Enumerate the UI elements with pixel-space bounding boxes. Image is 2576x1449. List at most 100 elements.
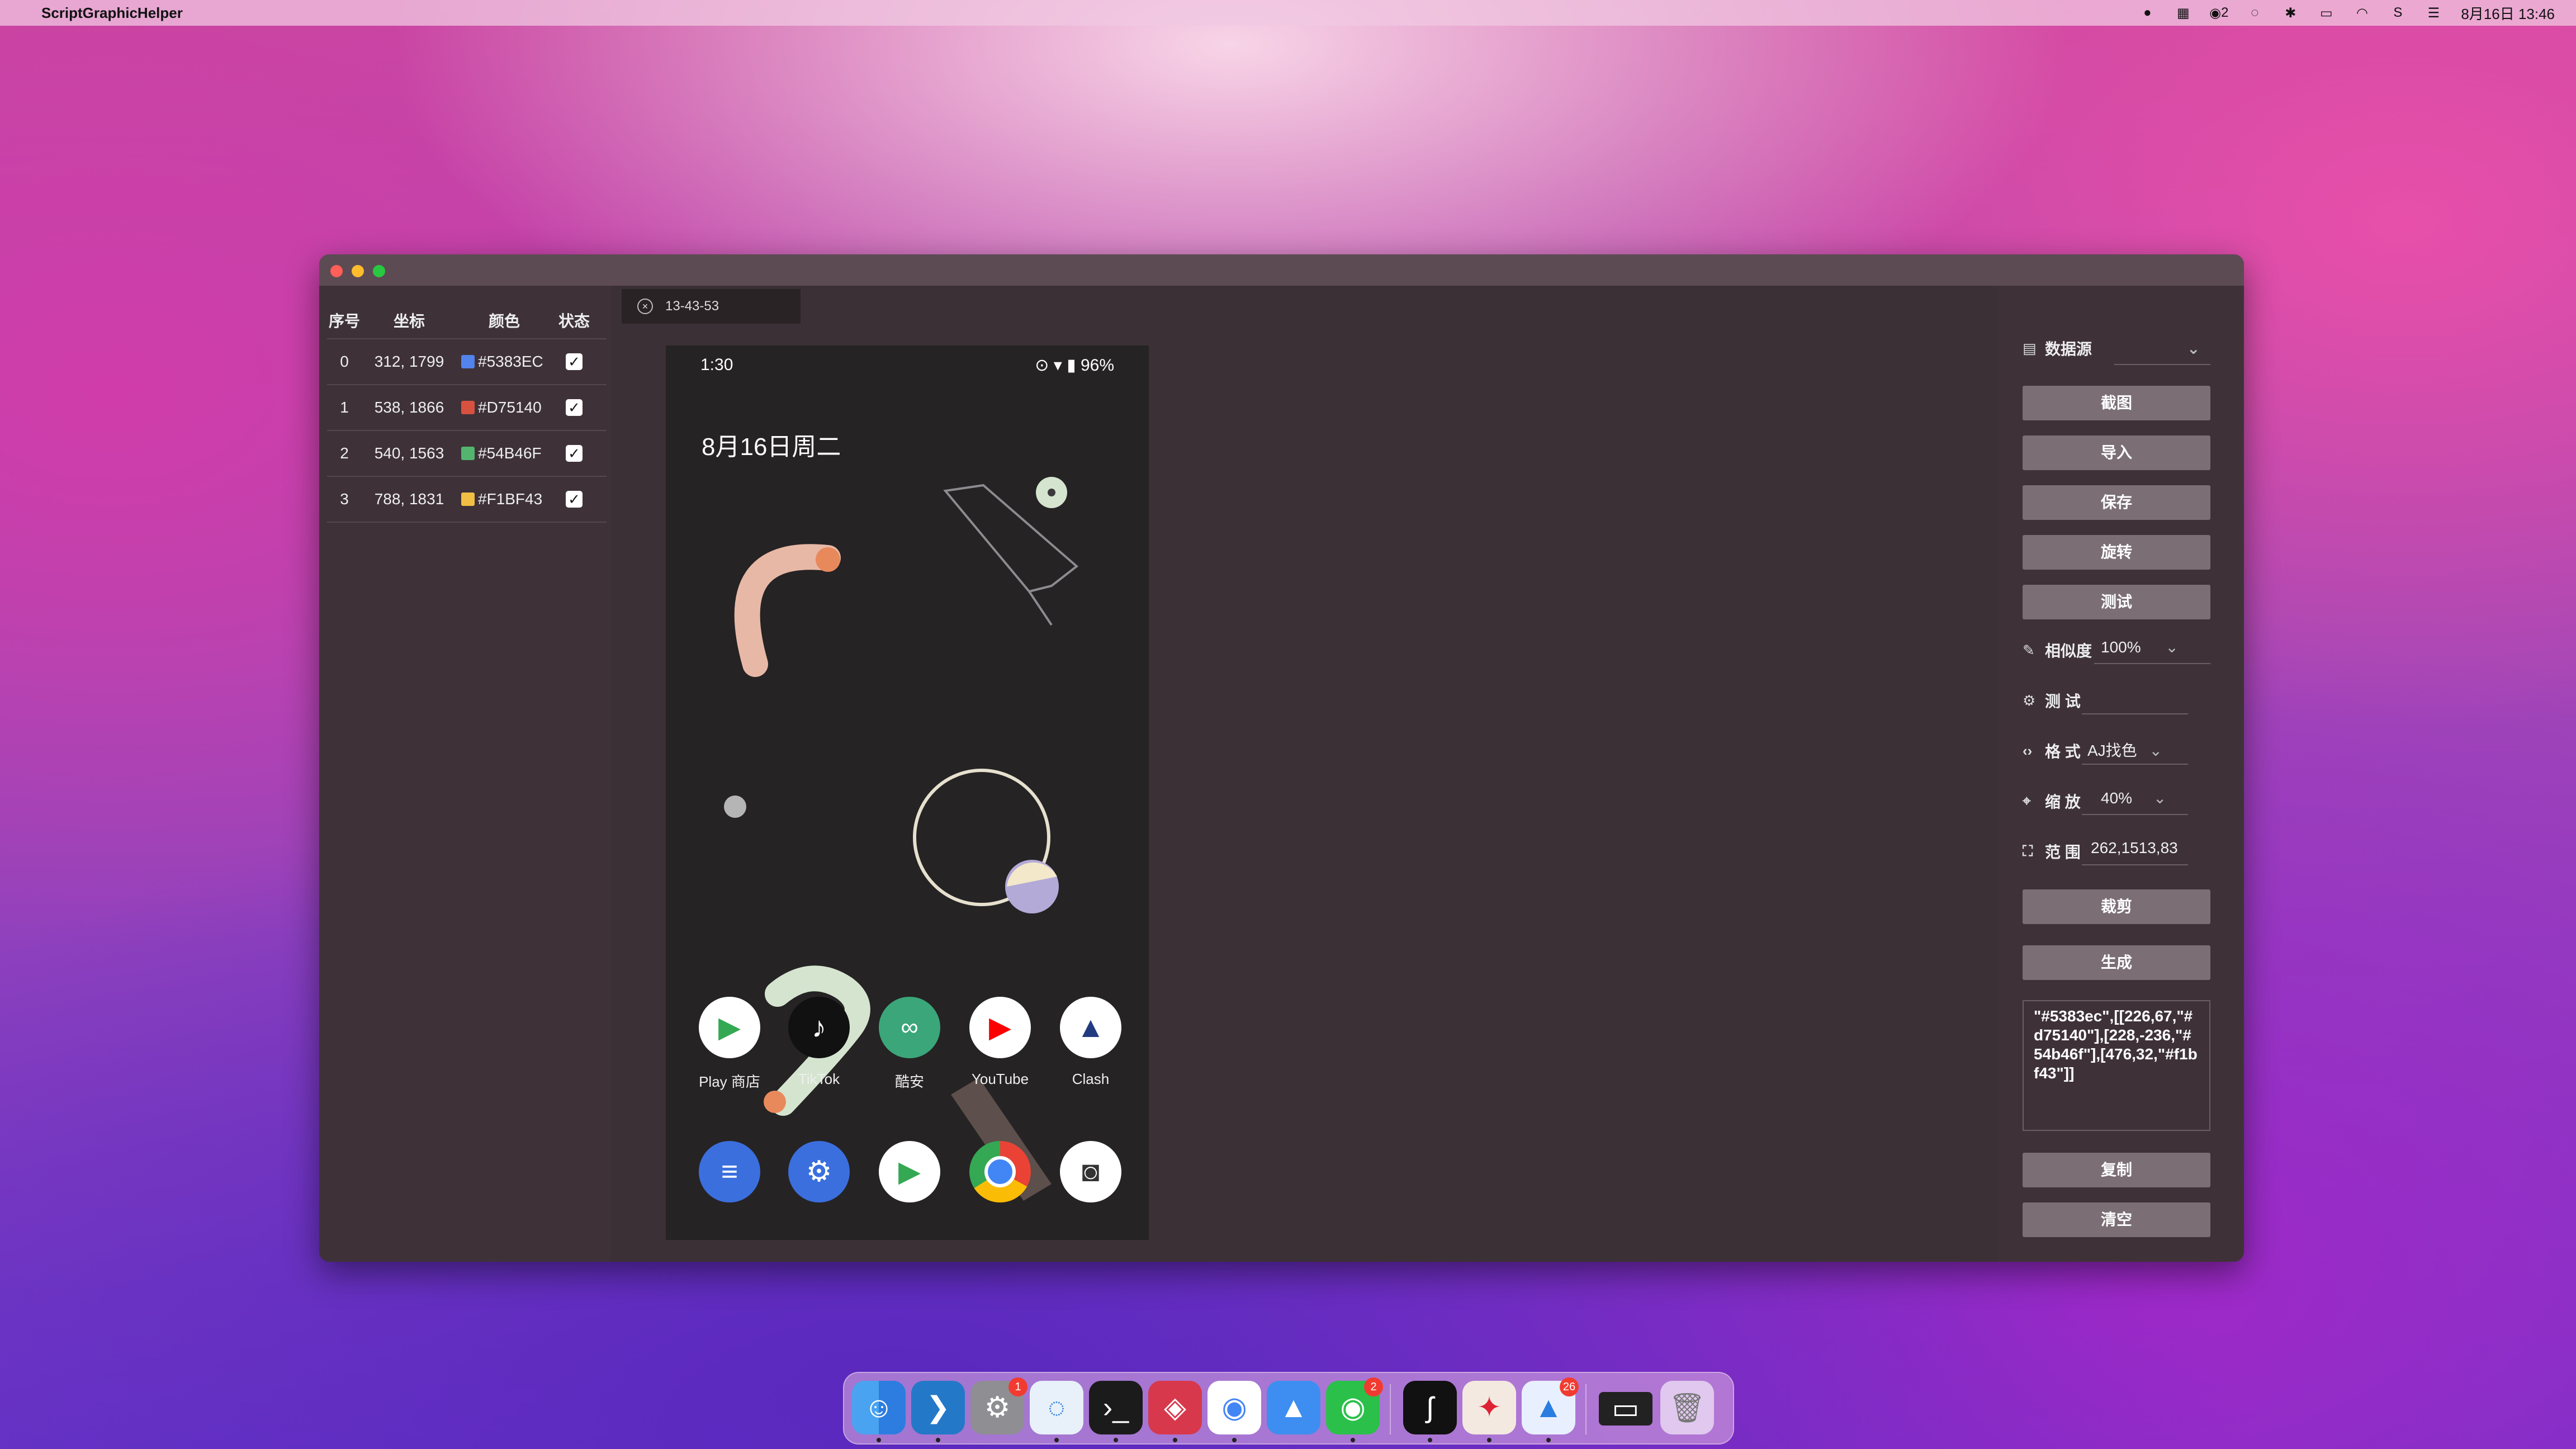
phone-app[interactable] [955, 1141, 1045, 1202]
wechat-status-icon[interactable]: ◉ 2 [2209, 4, 2228, 21]
settings-icon: ⚙ [788, 1141, 850, 1202]
header-coord: 坐标 [393, 312, 425, 330]
row-color: #54B46F [457, 444, 552, 462]
terminal-icon[interactable]: ›_ [1089, 1381, 1143, 1442]
phone-app[interactable]: ∞ 酷安 [865, 997, 954, 1091]
datasource-label: 数据源 [2045, 340, 2092, 358]
active-app-name[interactable]: ScriptGraphicHelper [41, 4, 183, 22]
row-checkbox[interactable]: ✓ [566, 353, 583, 370]
table-row[interactable]: 2 540, 1563 #54B46F ✓ [327, 431, 607, 477]
camera-icon: ◙ [1060, 1141, 1121, 1202]
datetime[interactable]: 8月16日 13:46 [2461, 3, 2555, 23]
database-icon: ▤ [2023, 339, 2037, 357]
app-label: Play 商店 [699, 1073, 760, 1090]
row-checkbox[interactable]: ✓ [566, 491, 583, 508]
battery-icon[interactable]: ▭ [2318, 4, 2334, 21]
rotate-button[interactable]: 旋转 [2023, 535, 2210, 570]
tiktok-icon: ♪ [788, 997, 850, 1058]
translate-icon[interactable]: ▦ [2175, 4, 2191, 21]
zoom-window-button[interactable] [373, 265, 385, 277]
github-icon[interactable]: ● [2139, 4, 2156, 21]
finder-icon[interactable]: ☺ [852, 1381, 906, 1442]
row-checkbox[interactable]: ✓ [566, 445, 583, 462]
phone-app[interactable]: ≡ [685, 1141, 774, 1202]
phone-app[interactable]: ♪ TikTok [774, 997, 864, 1088]
row-coord: 312, 1799 [374, 353, 444, 370]
range-label: 范 围 [2045, 844, 2081, 861]
close-window-button[interactable] [330, 265, 343, 277]
control-center-icon[interactable]: ☰ [2425, 4, 2442, 21]
copy-button[interactable]: 复制 [2023, 1153, 2210, 1187]
screenshot-canvas[interactable]: 1:30 ⊙ ▾ ▮ 96% 8月16日周二 ▶ Play 商店 ♪ TikTo… [666, 345, 1149, 1240]
crop-frame-icon: ⛶ [2023, 842, 2033, 859]
wechat-icon[interactable]: ◉ 2 [1326, 1377, 1383, 1442]
format-select[interactable]: AJ找色 ⌄ [2087, 738, 2162, 761]
phone-app[interactable]: ▶ YouTube [955, 997, 1045, 1088]
phone-app[interactable]: ▶ Play 商店 [685, 997, 774, 1091]
phone-app[interactable]: ⚙ [774, 1141, 864, 1202]
clash-icon: ▲ [1060, 997, 1121, 1058]
chat-icon[interactable]: ◌ [2246, 4, 2263, 21]
play-store-icon: ▶ [879, 1141, 940, 1202]
minimize-window-button[interactable] [352, 265, 364, 277]
table-header: 序号 坐标 颜色 状态 [327, 302, 607, 339]
similarity-label: 相似度 [2045, 642, 2092, 660]
save-button[interactable]: 保存 [2023, 485, 2210, 520]
paint-app-icon[interactable]: ✦ [1462, 1381, 1516, 1442]
app-window: 序号 坐标 颜色 状态 0 312, 1799 #5383EC ✓ 1 538,… [319, 254, 2244, 1262]
wallpaper-shapes [724, 477, 1079, 1201]
chevron-down-icon: ⌄ [2149, 742, 2162, 759]
messages-app-icon[interactable]: ◌ [1030, 1381, 1083, 1442]
table-row[interactable]: 1 538, 1866 #D75140 ✓ [327, 385, 607, 431]
chrome-icon [969, 1141, 1031, 1202]
generate-button[interactable]: 生成 [2023, 945, 2210, 980]
clash-dock-icon[interactable]: ▲ [1267, 1381, 1320, 1434]
table-row[interactable]: 3 788, 1831 #F1BF43 ✓ [327, 477, 607, 523]
pen-app-icon[interactable]: ʃ [1403, 1381, 1457, 1442]
git-client-icon[interactable]: ◈ [1148, 1381, 1202, 1442]
dock: ☺ ❯ ⚙ 1 ◌ ›_ ◈ ◉ ▲ ◉ 2 ʃ ✦ ▲ 26 ▭ 🗑 [843, 1372, 1734, 1445]
app-s-icon[interactable]: S [2389, 4, 2406, 21]
close-tab-icon[interactable]: ✕ [637, 299, 653, 314]
app-label: TikTok [798, 1071, 840, 1087]
testflight-icon[interactable]: ▲ 26 [1522, 1377, 1579, 1442]
system-settings-icon[interactable]: ⚙ 1 [970, 1377, 1027, 1434]
test-button[interactable]: 测试 [2023, 585, 2210, 619]
similarity-select[interactable]: 100% ⌄ [2101, 638, 2179, 656]
datasource-select[interactable]: ▤ 数据源 ⌄ [2023, 337, 2200, 359]
color-swatch [461, 493, 475, 506]
phone-app[interactable]: ▶ [865, 1141, 954, 1202]
import-button[interactable]: 导入 [2023, 435, 2210, 470]
image-tab[interactable]: ✕ 13-43-53 [622, 289, 801, 324]
phone-app[interactable]: ◙ [1046, 1141, 1135, 1202]
wechat-badge: 2 [1364, 1377, 1383, 1396]
vscode-icon[interactable]: ❯ [911, 1381, 965, 1442]
bluetooth-icon[interactable]: ✱ [2282, 4, 2299, 21]
table-row[interactable]: 0 312, 1799 #5383EC ✓ [327, 339, 607, 385]
color-hex: #F1BF43 [478, 490, 543, 508]
right-panel: ▤ 数据源 ⌄ 截图 导入 保存 旋转 测试 ✎ 相似度 100% ⌄ ⚙ 测 … [1998, 286, 2244, 1262]
test-input[interactable] [2082, 713, 2188, 714]
output-textarea[interactable]: "#5383ec",[[226,67,"#d75140"],[228,-236,… [2023, 1000, 2210, 1131]
zoom-select[interactable]: 40% ⌄ [2101, 789, 2166, 807]
phone-app[interactable]: ▲ Clash [1046, 997, 1135, 1088]
range-input[interactable]: 262,1513,83 [2091, 839, 2186, 857]
row-checkbox[interactable]: ✓ [566, 399, 583, 416]
test-row: ⚙ 测 试 [2023, 689, 2081, 712]
similarity-value: 100% [2101, 638, 2141, 656]
trash-icon[interactable]: 🗑 [1660, 1381, 1714, 1434]
scale-icon: ⌖ [2023, 792, 2031, 809]
crop-button[interactable]: 裁剪 [2023, 889, 2210, 924]
color-hex: #54B46F [478, 444, 542, 462]
clear-button[interactable]: 清空 [2023, 1202, 2210, 1237]
chrome-dock-icon[interactable]: ◉ [1208, 1381, 1261, 1442]
minimized-window-icon[interactable]: ▭ [1599, 1392, 1652, 1426]
row-index: 3 [340, 490, 349, 508]
tab-label: 13-43-53 [665, 299, 719, 314]
zoom-value: 40% [2101, 789, 2133, 807]
screenshot-button[interactable]: 截图 [2023, 386, 2210, 420]
header-color: 颜色 [488, 312, 520, 330]
color-hex: #D75140 [478, 399, 542, 416]
row-index: 2 [340, 444, 349, 462]
wifi-icon[interactable]: ◠ [2354, 4, 2370, 21]
